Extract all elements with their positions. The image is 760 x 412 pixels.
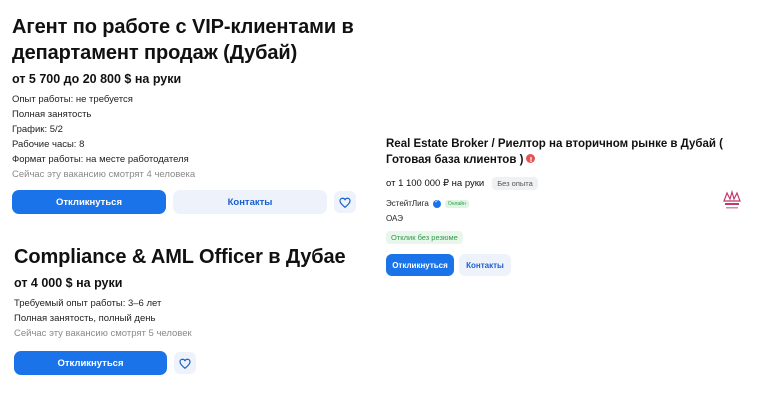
vacancy-salary: от 4 000 $ на руки bbox=[14, 276, 123, 290]
vacancy-card-real-estate: Real Estate Broker / Риелтор на вторично… bbox=[386, 136, 746, 276]
verified-icon bbox=[432, 198, 441, 208]
contacts-button[interactable]: Контакты bbox=[173, 190, 327, 214]
vacancy-card-vip-agent: Агент по работе с VIP-клиентами в департ… bbox=[12, 14, 357, 214]
vacancy-title-text: Real Estate Broker / Риелтор на вторично… bbox=[386, 138, 723, 166]
vacancy-salary: от 1 100 000 ₽ на руки bbox=[386, 178, 485, 189]
employer-name[interactable]: ЭстейтЛига bbox=[386, 199, 429, 208]
vacancy-viewers: Сейчас эту вакансию смотрят 5 человек bbox=[14, 328, 192, 339]
vacancy-title[interactable]: Агент по работе с VIP-клиентами в департ… bbox=[12, 14, 357, 66]
vacancy-hours: Рабочие часы: 8 bbox=[12, 139, 85, 150]
favorite-button[interactable] bbox=[174, 352, 196, 374]
vacancy-title[interactable]: Real Estate Broker / Риелтор на вторично… bbox=[386, 136, 746, 168]
vacancy-viewers: Сейчас эту вакансию смотрят 4 человека bbox=[12, 169, 196, 180]
vacancy-salary: от 5 700 до 20 800 $ на руки bbox=[12, 72, 182, 86]
favorite-button[interactable] bbox=[334, 191, 356, 213]
vacancy-schedule: График: 5/2 bbox=[12, 124, 63, 135]
vacancy-location: ОАЭ bbox=[386, 214, 403, 223]
action-row: Откликнуться Контакты bbox=[386, 254, 746, 276]
online-badge: Онлайн bbox=[444, 199, 469, 208]
heart-icon bbox=[179, 358, 191, 369]
alert-icon bbox=[526, 152, 536, 168]
vacancy-card-compliance: Compliance & AML Officer в Дубае от 4 00… bbox=[14, 244, 359, 375]
respond-button[interactable]: Откликнуться bbox=[386, 254, 454, 276]
employer-row: ЭстейтЛига Онлайн bbox=[386, 198, 746, 208]
vacancy-employment: Полная занятость, полный день bbox=[14, 313, 156, 324]
experience-chip: Без опыта bbox=[492, 177, 538, 190]
vacancy-experience: Требуемый опыт работы: 3–6 лет bbox=[14, 298, 162, 309]
contacts-button[interactable]: Контакты bbox=[459, 254, 511, 276]
action-row: Откликнуться Контакты bbox=[12, 190, 357, 214]
vacancy-title[interactable]: Compliance & AML Officer в Дубае bbox=[14, 244, 359, 270]
respond-button[interactable]: Откликнуться bbox=[12, 190, 166, 214]
respond-button[interactable]: Откликнуться bbox=[14, 351, 167, 375]
employer-logo-icon bbox=[723, 189, 741, 209]
vacancy-experience: Опыт работы: не требуется bbox=[12, 94, 133, 105]
vacancy-employment: Полная занятость bbox=[12, 109, 92, 120]
no-resume-tag: Отклик без резюме bbox=[386, 231, 463, 244]
vacancy-work-format: Формат работы: на месте работодателя bbox=[12, 154, 189, 165]
heart-icon bbox=[339, 197, 351, 208]
action-row: Откликнуться bbox=[14, 351, 359, 375]
salary-row: от 1 100 000 ₽ на руки Без опыта bbox=[386, 177, 746, 190]
